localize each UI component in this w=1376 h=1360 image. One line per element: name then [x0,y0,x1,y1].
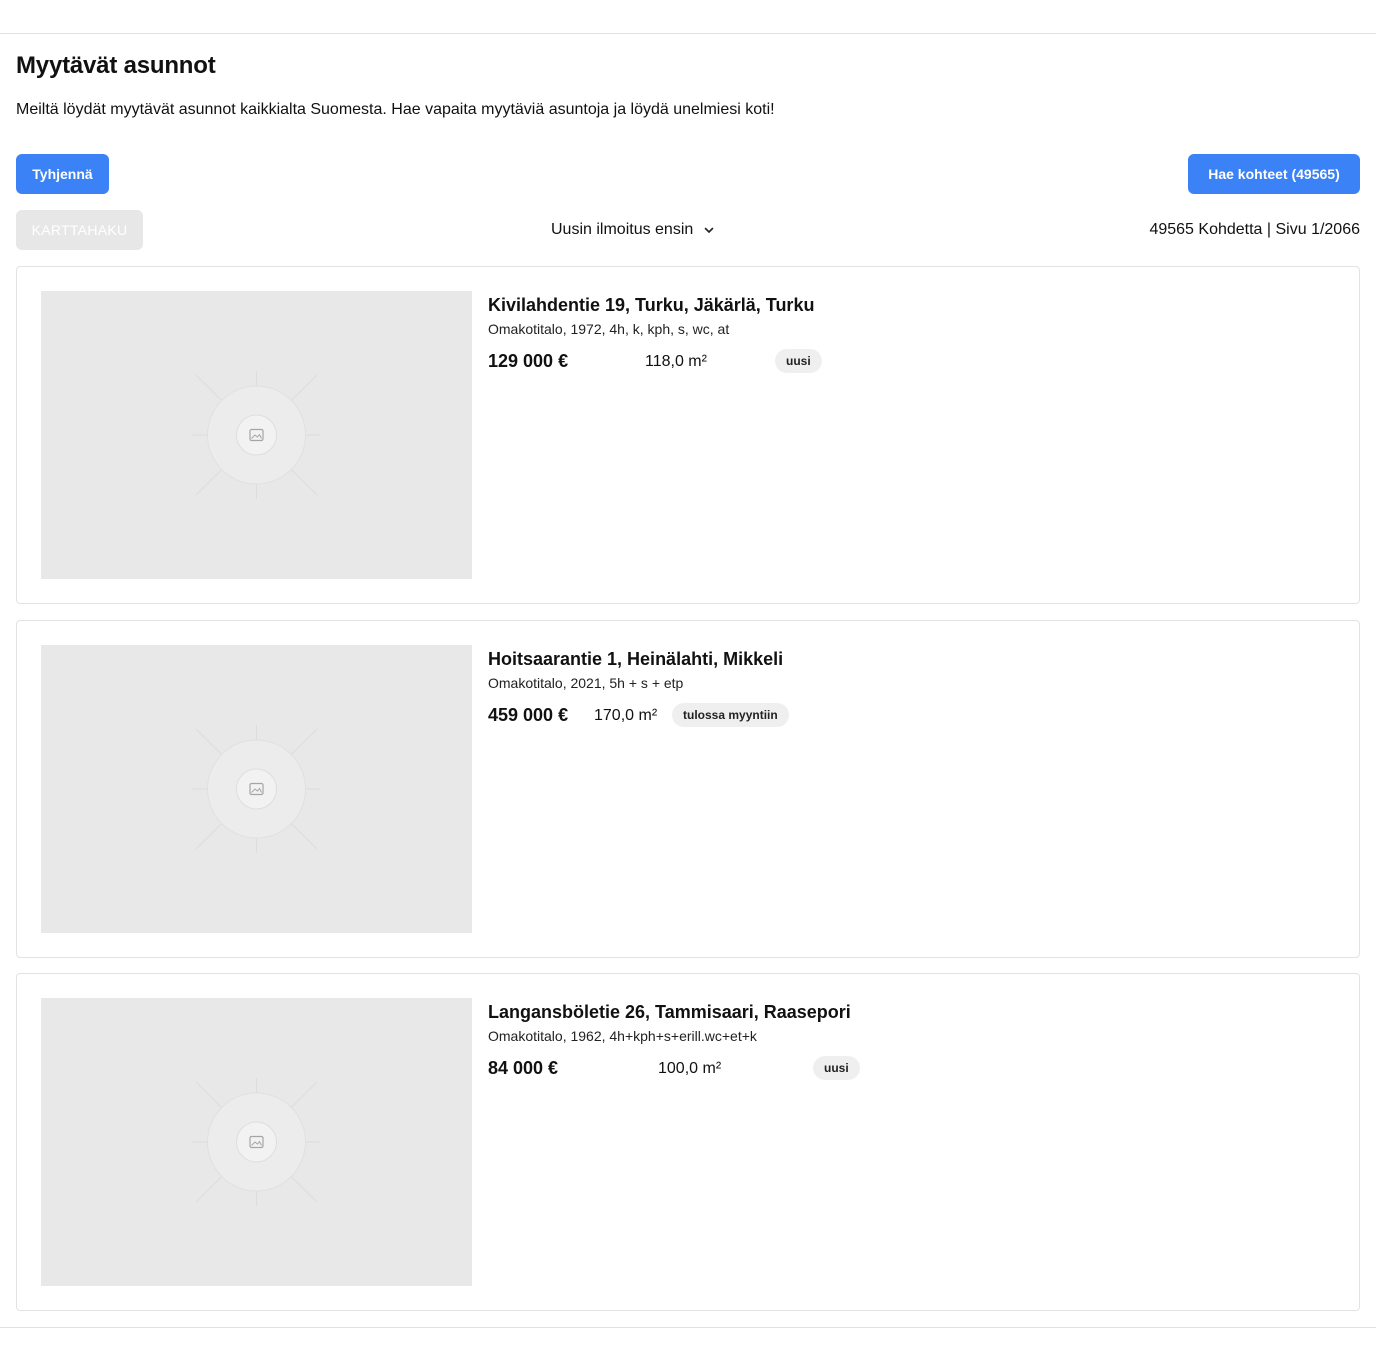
listing-title[interactable]: Langansböletie 26, Tammisaari, Raasepori [488,1001,851,1023]
clear-button[interactable]: Tyhjennä [16,154,109,194]
status-badge: tulossa myyntiin [672,703,789,727]
header-divider [0,33,1376,34]
sort-select[interactable]: Uusin ilmoitus ensin [551,218,715,242]
image-placeholder-icon [192,725,321,853]
page-title: Myytävät asunnot [16,52,216,79]
results-summary: 49565 Kohdetta | Sivu 1/2066 [1149,221,1360,238]
search-results-button[interactable]: Hae kohteet (49565) [1188,154,1360,194]
listing-details: Omakotitalo, 2021, 5h + s + etp [488,675,684,691]
listing-details: Omakotitalo, 1962, 4h+kph+s+erill.wc+et+… [488,1028,757,1044]
status-badge: uusi [813,1056,860,1080]
listing-title[interactable]: Hoitsaarantie 1, Heinälahti, Mikkeli [488,648,783,670]
listing-title[interactable]: Kivilahdentie 19, Turku, Jäkärlä, Turku [488,294,814,316]
listing-image-placeholder[interactable] [41,291,472,579]
listing-area: 100,0 m² [658,1060,722,1077]
listing-price: 129 000 € [488,351,569,371]
map-search-button[interactable]: KARTTAHAKU [16,210,143,250]
listing-image-placeholder[interactable] [41,645,472,933]
listing-price: 84 000 € [488,1058,559,1078]
chevron-down-icon [704,227,714,233]
listing-card[interactable]: Kivilahdentie 19, Turku, Jäkärlä, Turku … [16,266,1360,604]
status-badge: uusi [775,349,822,373]
listing-area: 170,0 m² [594,707,658,724]
image-placeholder-icon [192,371,321,499]
listing-details: Omakotitalo, 1972, 4h, k, kph, s, wc, at [488,321,730,337]
listing-card[interactable]: Langansböletie 26, Tammisaari, Raasepori… [16,973,1360,1311]
footer-divider [0,1327,1376,1328]
image-placeholder-icon [192,1078,321,1206]
listing-price: 459 000 € [488,705,569,725]
listing-area: 118,0 m² [645,353,707,370]
sort-select-label: Uusin ilmoitus ensin [551,221,694,238]
page-description: Meiltä löydät myytävät asunnot kaikkialt… [16,101,775,118]
listing-card[interactable]: Hoitsaarantie 1, Heinälahti, Mikkeli Oma… [16,620,1360,958]
listing-image-placeholder[interactable] [41,998,472,1286]
